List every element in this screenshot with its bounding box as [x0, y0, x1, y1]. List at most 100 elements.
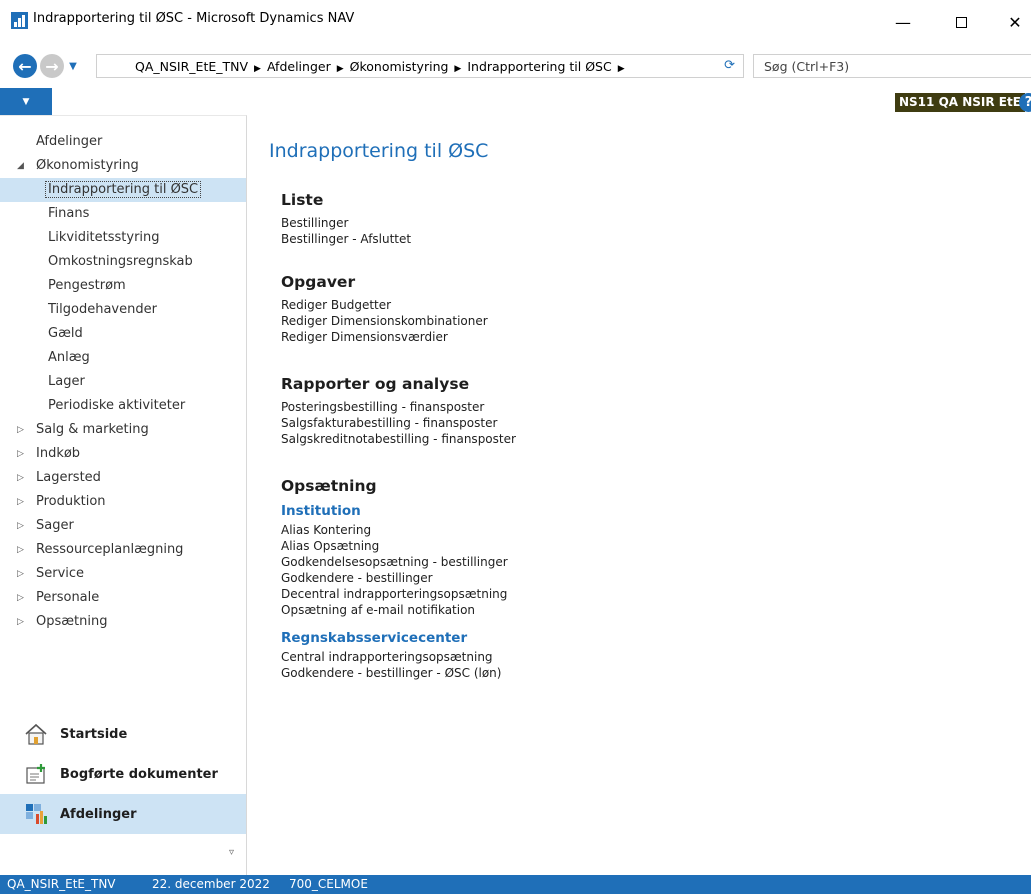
link-salgsfakturabestilling[interactable]: Salgsfakturabestilling - finansposter	[281, 415, 516, 431]
tree-item-omkostningsregnskab[interactable]: Omkostningsregnskab	[0, 250, 246, 274]
section-heading: Opsætning	[281, 477, 377, 495]
link-central-indrapporteringsopsaetning[interactable]: Central indrapporteringsopsætning	[281, 649, 508, 665]
breadcrumb-separator-icon[interactable]: ▶	[254, 64, 261, 74]
tree-item-tilgodehavender[interactable]: Tilgodehavender	[0, 298, 246, 322]
link-rediger-dimensionskombinationer[interactable]: Rediger Dimensionskombinationer	[281, 313, 488, 329]
status-company: QA_NSIR_EtE_TNV	[7, 877, 116, 891]
tree-item-likviditetsstyring[interactable]: Likviditetsstyring	[0, 226, 246, 250]
collapsed-arrow-icon[interactable]: ▷	[17, 418, 24, 442]
group-bogforte-dokumenter-label: Bogførte dokumenter	[60, 766, 218, 782]
refresh-icon[interactable]: ⟳	[724, 58, 735, 73]
dynamics-nav-app-icon	[11, 12, 28, 29]
section-heading: Opgaver	[281, 273, 356, 291]
link-opsaetning-email-notifikation[interactable]: Opsætning af e-mail notifikation	[281, 602, 508, 618]
forward-button[interactable]: →	[40, 54, 64, 78]
history-dropdown-icon[interactable]: ▼	[66, 56, 80, 76]
collapsed-arrow-icon[interactable]: ▷	[17, 514, 24, 538]
navigation-bar: ← → ▼ QA_NSIR_EtE_TNV ▶ Afdelinger ▶ Økonomi…	[0, 44, 1031, 88]
tree-item-ressourceplanlaegning[interactable]: ▷ Ressourceplanlægning	[0, 538, 246, 562]
minimize-button[interactable]: —	[880, 0, 926, 44]
search-placeholder: Søg (Ctrl+F3)	[764, 59, 850, 74]
page-title: Indrapportering til ØSC	[269, 140, 489, 162]
tree-item-lagersted[interactable]: ▷ Lagersted	[0, 466, 246, 490]
content-area: Indrapportering til ØSC Liste Bestilling…	[248, 115, 1031, 875]
collapsed-arrow-icon[interactable]: ▷	[17, 538, 24, 562]
departments-icon	[26, 804, 47, 824]
link-bestillinger[interactable]: Bestillinger	[281, 215, 411, 231]
status-user: 700_CELMOE	[289, 877, 368, 891]
breadcrumb-separator-icon[interactable]: ▶	[337, 64, 344, 74]
breadcrumb-separator-icon[interactable]: ▶	[618, 64, 625, 74]
breadcrumb: QA_NSIR_EtE_TNV ▶ Afdelinger ▶ Økonomistyrin…	[135, 59, 631, 74]
tree-item-personale[interactable]: ▷ Personale	[0, 586, 246, 610]
breadcrumb-item-okonomistyring[interactable]: Økonomistyring	[350, 59, 449, 74]
help-icon[interactable]: ?	[1019, 93, 1031, 112]
link-alias-opsaetning[interactable]: Alias Opsætning	[281, 538, 508, 554]
tree-item-periodiske-aktiviteter[interactable]: Periodiske aktiviteter	[0, 394, 246, 418]
subsection-heading-regnskabsservicecenter: Regnskabsservicecenter	[281, 630, 468, 646]
maximize-icon	[955, 16, 967, 28]
breadcrumb-item-indrapportering[interactable]: Indrapportering til ØSC	[467, 59, 611, 74]
navigation-groups: Startside Bogførte dokumenter Afdelinger	[0, 714, 246, 834]
tree-item-anlaeg[interactable]: Anlæg	[0, 346, 246, 370]
group-afdelinger-label: Afdelinger	[60, 806, 137, 822]
status-bar: QA_NSIR_EtE_TNV 22. december 2022 700_CE…	[0, 875, 1031, 894]
link-godkendere-bestillinger-osc-lon[interactable]: Godkendere - bestillinger - ØSC (løn)	[281, 665, 508, 681]
status-work-date: 22. december 2022	[152, 877, 270, 891]
window-title: Indrapportering til ØSC - Microsoft Dyna…	[33, 11, 355, 26]
group-afdelinger-button[interactable]: Afdelinger	[0, 794, 246, 834]
ribbon-strip: ▼ NS11 QA NSIR EtE ?	[0, 88, 1031, 115]
breadcrumb-item-afdelinger[interactable]: Afdelinger	[267, 59, 331, 74]
navigation-pane: Afdelinger ◢ Økonomistyring Indrapporteri…	[0, 115, 247, 875]
search-input[interactable]: Søg (Ctrl+F3)	[753, 54, 1031, 78]
tree-item-lager[interactable]: Lager	[0, 370, 246, 394]
link-bestillinger-afsluttet[interactable]: Bestillinger - Afsluttet	[281, 231, 411, 247]
expanded-arrow-icon[interactable]: ◢	[17, 154, 24, 178]
group-startside-button[interactable]: Startside	[0, 714, 246, 754]
link-posteringsbestilling[interactable]: Posteringsbestilling - finansposter	[281, 399, 516, 415]
group-startside-label: Startside	[60, 726, 128, 742]
tree-item-opsaetning[interactable]: ▷ Opsætning	[0, 610, 246, 634]
section-heading: Liste	[281, 191, 324, 209]
link-decentral-indrapporteringsopsaetning[interactable]: Decentral indrapporteringsopsætning	[281, 586, 508, 602]
maximize-button[interactable]	[938, 0, 984, 44]
tree-item-salg-marketing[interactable]: ▷ Salg & marketing	[0, 418, 246, 442]
link-rediger-dimensionsvaerdier[interactable]: Rediger Dimensionsværdier	[281, 329, 488, 345]
link-godkendere-bestillinger[interactable]: Godkendere - bestillinger	[281, 570, 508, 586]
ribbon-toggle-button[interactable]: ▼	[0, 88, 52, 115]
home-icon	[25, 723, 47, 745]
tree-item-indrapportering[interactable]: Indrapportering til ØSC	[0, 178, 246, 202]
link-rediger-budgetter[interactable]: Rediger Budgetter	[281, 297, 488, 313]
title-bar: Indrapportering til ØSC - Microsoft Dyna…	[0, 0, 1031, 44]
breadcrumb-item-company[interactable]: QA_NSIR_EtE_TNV	[135, 59, 248, 74]
configure-buttons-icon[interactable]: ▿	[229, 847, 234, 858]
back-button[interactable]: ←	[13, 54, 37, 78]
collapsed-arrow-icon[interactable]: ▷	[17, 442, 24, 466]
collapsed-arrow-icon[interactable]: ▷	[17, 586, 24, 610]
collapsed-arrow-icon[interactable]: ▷	[17, 466, 24, 490]
tree-item-okonomistyring[interactable]: ◢ Økonomistyring	[0, 154, 246, 178]
close-button[interactable]: ✕	[992, 0, 1031, 44]
tree-item-gaeld[interactable]: Gæld	[0, 322, 246, 346]
tree-item-produktion[interactable]: ▷ Produktion	[0, 490, 246, 514]
collapsed-arrow-icon[interactable]: ▷	[17, 610, 24, 634]
tree-item-indkob[interactable]: ▷ Indkøb	[0, 442, 246, 466]
tree-item-finans[interactable]: Finans	[0, 202, 246, 226]
tree-item-service[interactable]: ▷ Service	[0, 562, 246, 586]
group-bogforte-dokumenter-button[interactable]: Bogførte dokumenter	[0, 754, 246, 794]
posted-documents-icon	[26, 764, 45, 784]
collapsed-arrow-icon[interactable]: ▷	[17, 562, 24, 586]
subsection-heading-institution: Institution	[281, 503, 361, 519]
section-heading: Rapporter og analyse	[281, 375, 470, 393]
collapsed-arrow-icon[interactable]: ▷	[17, 490, 24, 514]
link-godkendelsesopsaetning[interactable]: Godkendelsesopsætning - bestillinger	[281, 554, 508, 570]
breadcrumb-separator-icon[interactable]: ▶	[454, 64, 461, 74]
section-opgaver: Opgaver Rediger Budgetter Rediger Dimens…	[281, 273, 488, 345]
link-salgskreditnotabestilling[interactable]: Salgskreditnotabestilling - finansposter	[281, 431, 516, 447]
tree-item-pengestrom[interactable]: Pengestrøm	[0, 274, 246, 298]
link-alias-kontering[interactable]: Alias Kontering	[281, 522, 508, 538]
section-opsaetning: Opsætning Institution Alias Kontering Al…	[281, 477, 508, 681]
address-bar[interactable]: QA_NSIR_EtE_TNV ▶ Afdelinger ▶ Økonomistyrin…	[96, 54, 744, 78]
tree-item-afdelinger[interactable]: Afdelinger	[0, 130, 246, 154]
tree-item-sager[interactable]: ▷ Sager	[0, 514, 246, 538]
